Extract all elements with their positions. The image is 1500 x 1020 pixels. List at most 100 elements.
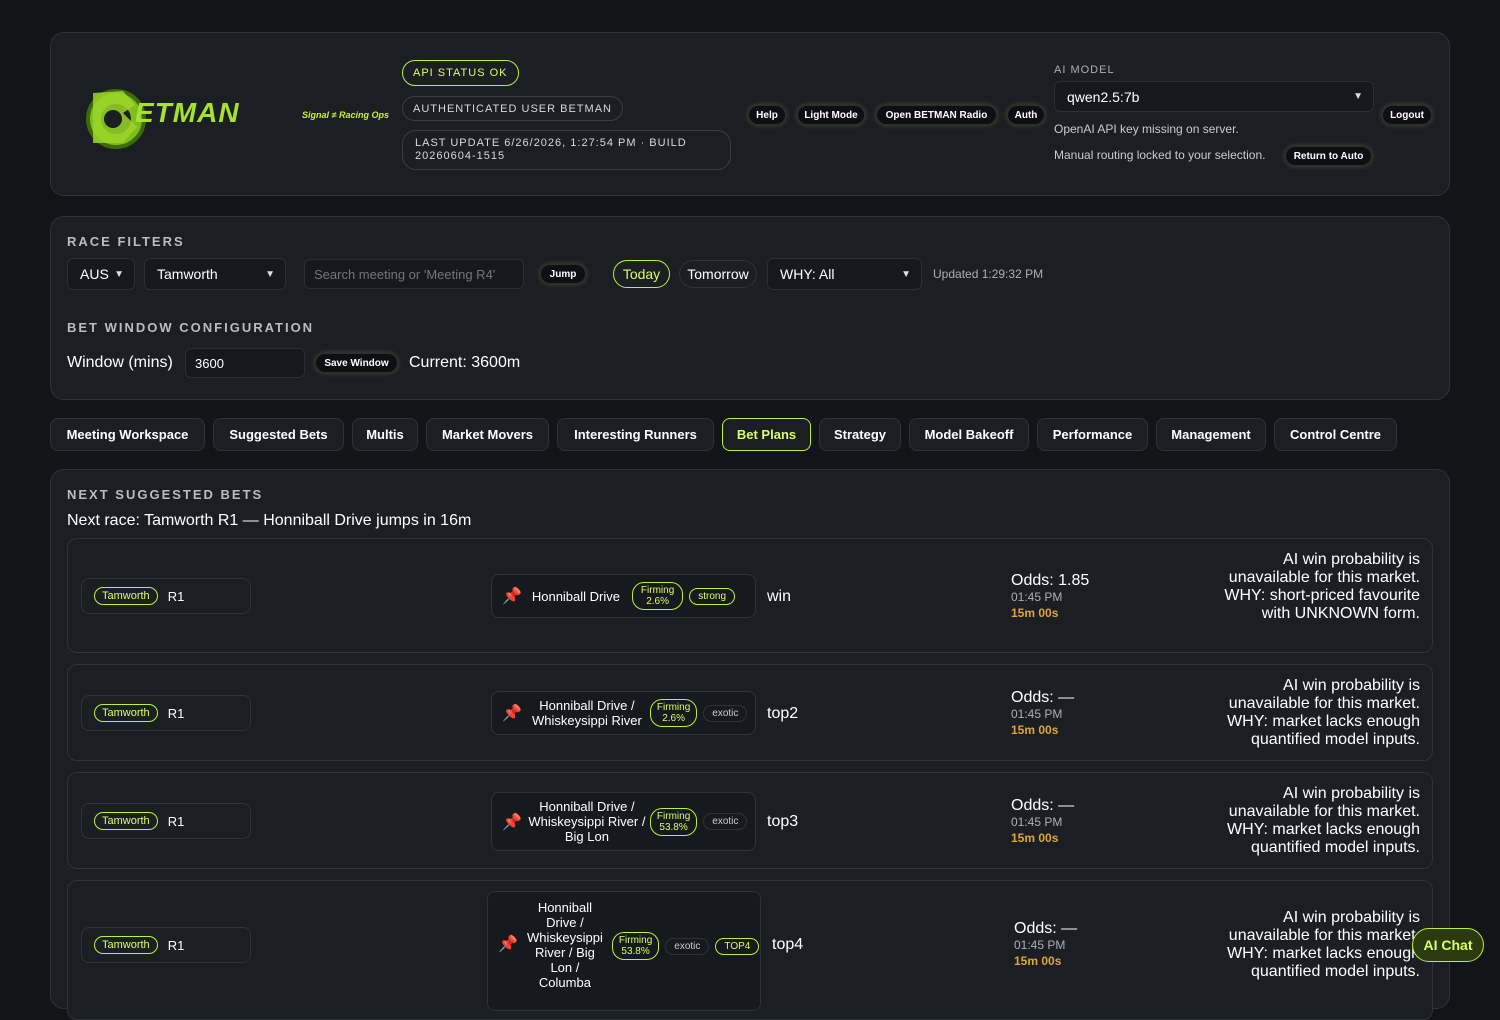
selection-box[interactable]: 📌 Honniball Drive / Whiskeysippi River /…	[491, 792, 756, 851]
tab-interesting-runners[interactable]: Interesting Runners	[557, 418, 714, 451]
venue-race: Tamworth R1	[81, 578, 251, 614]
api-key-warning: OpenAI API key missing on server.	[1054, 122, 1239, 136]
firming-badge: Firming 53.8%	[649, 807, 698, 836]
ai-chat-button[interactable]: AI Chat	[1412, 928, 1484, 962]
today-button[interactable]: Today	[613, 260, 670, 288]
current-window: Current: 3600m	[409, 354, 521, 371]
ai-model-label: AI MODEL	[1054, 64, 1115, 76]
race-time: 01:45 PM	[1014, 938, 1066, 952]
bet-window-title: BET WINDOW CONFIGURATION	[67, 320, 315, 335]
race-time: 01:45 PM	[1011, 815, 1063, 829]
tab-multis[interactable]: Multis	[352, 418, 418, 451]
bet-row[interactable]: Tamworth R1 📌 Honniball Drive Firming 2.6…	[67, 538, 1433, 653]
window-label: Window (mins)	[67, 354, 173, 371]
auth-user-badge: AUTHENTICATED USER BETMAN	[402, 96, 623, 121]
odds: Odds: —	[1011, 797, 1075, 814]
race-number: R1	[167, 813, 185, 829]
odds: Odds: —	[1011, 689, 1075, 706]
why-text: AI win probability is unavailable for th…	[1227, 677, 1420, 748]
runner-name: Honniball Drive / Whiskeysippi River / B…	[526, 900, 603, 990]
last-update-badge: LAST UPDATE 6/26/2026, 1:27:54 PM · BUIL…	[402, 130, 731, 170]
selection-box[interactable]: 📌 Honniball Drive Firming 2.6% strong	[491, 574, 756, 618]
why-select[interactable]: WHY: All ▼	[767, 258, 922, 290]
pin-icon[interactable]: 📌	[502, 812, 522, 832]
bet-row[interactable]: Tamworth R1 📌 Honniball Drive / Whiskeys…	[67, 664, 1433, 761]
firming-badge: Firming 2.6%	[649, 699, 698, 727]
tab-market-movers[interactable]: Market Movers	[426, 418, 549, 451]
chevron-down-icon: ▼	[114, 268, 124, 280]
pin-icon[interactable]: 📌	[502, 586, 522, 606]
venue-badge: Tamworth	[94, 936, 158, 954]
return-auto-button[interactable]: Return to Auto	[1285, 146, 1372, 166]
runner-name: Honniball Drive	[531, 588, 620, 604]
pin-icon[interactable]: 📌	[498, 934, 518, 954]
bet-type: top3	[767, 813, 799, 830]
runner-name: Honniball Drive / Whiskeysippi River / B…	[528, 799, 646, 844]
tab-meeting-workspace[interactable]: Meeting Workspace	[50, 418, 205, 451]
save-window-button[interactable]: Save Window	[315, 353, 398, 373]
countdown: 15m 00s	[1011, 606, 1059, 620]
chevron-down-icon: ▼	[901, 268, 911, 280]
header-card: ETMAN Signal ≠ Racing Ops API STATUS OK …	[50, 32, 1450, 196]
chevron-down-icon: ▼	[265, 268, 275, 280]
tomorrow-button[interactable]: Tomorrow	[679, 260, 757, 288]
venue-badge: Tamworth	[94, 704, 158, 722]
countdown: 15m 00s	[1014, 954, 1062, 968]
tagline: Signal ≠ Racing Ops	[302, 110, 389, 120]
why-text: AI win probability is unavailable for th…	[1224, 551, 1420, 622]
selection-box[interactable]: 📌 Honniball Drive / Whiskeysippi River F…	[491, 691, 756, 735]
tab-suggested-bets[interactable]: Suggested Bets	[213, 418, 344, 451]
strength-tag: strong	[689, 587, 736, 605]
radio-button[interactable]: Open BETMAN Radio	[876, 105, 997, 125]
tab-strategy[interactable]: Strategy	[819, 418, 901, 451]
help-button[interactable]: Help	[748, 105, 786, 125]
race-number: R1	[167, 705, 185, 721]
meeting-select[interactable]: Tamworth ▼	[144, 258, 286, 290]
odds: Odds: —	[1014, 920, 1078, 937]
race-time: 01:45 PM	[1011, 590, 1063, 604]
filters-card: RACE FILTERS AUS▼ Tamworth▼ Jump Today T…	[50, 216, 1450, 400]
logout-button[interactable]: Logout	[1382, 105, 1432, 125]
venue-badge: Tamworth	[94, 812, 158, 830]
runner-name: Honniball Drive / Whiskeysippi River	[532, 698, 642, 728]
why-text: AI win probability is unavailable for th…	[1227, 785, 1420, 856]
tab-control-centre[interactable]: Control Centre	[1274, 418, 1397, 451]
tab-bet-plans[interactable]: Bet Plans	[722, 418, 811, 451]
updated-text: Updated 1:29:32 PM	[933, 267, 1044, 281]
exotic-tag: exotic	[665, 938, 710, 955]
selection-box[interactable]: 📌 Honniball Drive / Whiskeysippi River /…	[487, 891, 761, 1011]
venue-race: Tamworth R1	[81, 695, 251, 731]
why-text: AI win probability is unavailable for th…	[1227, 909, 1420, 980]
firming-badge: Firming 2.6%	[631, 582, 684, 610]
pin-icon[interactable]: 📌	[502, 703, 522, 723]
bet-type: top4	[772, 936, 804, 953]
odds: Odds: 1.85	[1011, 572, 1090, 589]
tab-model-bakeoff[interactable]: Model Bakeoff	[909, 418, 1029, 451]
top4-tag: TOP4	[715, 938, 760, 955]
next-bets-title: NEXT SUGGESTED BETS	[67, 487, 264, 502]
country-select[interactable]: AUS ▼	[67, 258, 135, 290]
api-status-badge: API STATUS OK	[402, 60, 519, 86]
betman-logo: ETMAN	[83, 83, 283, 149]
bet-type: top2	[767, 705, 799, 722]
firming-badge: Firming 53.8%	[611, 932, 660, 960]
tab-management[interactable]: Management	[1156, 418, 1266, 451]
bet-row[interactable]: Tamworth R1 📌 Honniball Drive / Whiskeys…	[67, 880, 1433, 1020]
auth-button[interactable]: Auth	[1007, 105, 1045, 125]
countdown: 15m 00s	[1011, 831, 1059, 845]
venue-race: Tamworth R1	[81, 803, 251, 839]
tab-performance[interactable]: Performance	[1037, 418, 1148, 451]
routing-note: Manual routing locked to your selection.	[1054, 148, 1266, 162]
window-input[interactable]	[185, 348, 305, 378]
jump-button[interactable]: Jump	[540, 264, 586, 284]
search-input[interactable]	[304, 259, 524, 289]
bet-row[interactable]: Tamworth R1 📌 Honniball Drive / Whiskeys…	[67, 772, 1433, 869]
race-filters-title: RACE FILTERS	[67, 234, 185, 249]
race-number: R1	[167, 588, 185, 604]
chevron-down-icon: ▼	[1353, 91, 1363, 102]
race-time: 01:45 PM	[1011, 707, 1063, 721]
ai-model-select[interactable]: qwen2.5:7b ▼	[1054, 81, 1374, 112]
race-number: R1	[167, 937, 185, 953]
light-mode-button[interactable]: Light Mode	[797, 105, 865, 125]
exotic-tag: exotic	[703, 704, 748, 722]
